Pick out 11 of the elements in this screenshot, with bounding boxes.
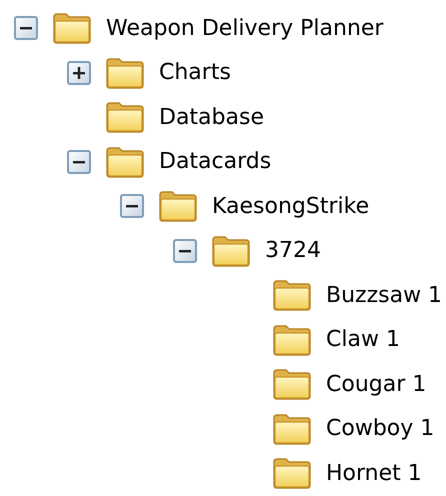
folder-label[interactable]: Hornet 1 (326, 460, 422, 486)
folder-label[interactable]: Database (159, 104, 264, 130)
folder-label[interactable]: 3724 (265, 238, 321, 264)
folder-label[interactable]: Weapon Delivery Planner (106, 16, 384, 41)
folder-label[interactable]: Cougar 1 (326, 372, 426, 397)
folder-label[interactable]: Buzzsaw 1 (326, 282, 442, 308)
folder-label[interactable]: Datacards (159, 149, 272, 174)
folder-label[interactable]: KaesongStrike (212, 194, 370, 219)
folder-label[interactable]: Claw 1 (326, 327, 400, 352)
folder-label[interactable]: Charts (159, 60, 231, 86)
folder-label[interactable]: Cowboy 1 (326, 416, 434, 442)
